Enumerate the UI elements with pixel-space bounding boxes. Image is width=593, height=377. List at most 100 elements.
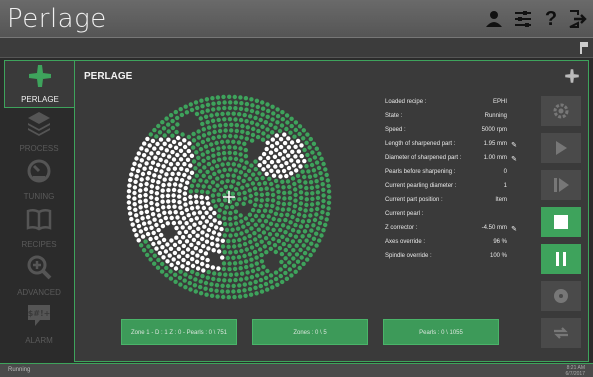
pearl-dot	[284, 126, 289, 132]
pearl-dot	[249, 263, 254, 268]
pearl-dot	[231, 139, 236, 144]
pearl-dot	[171, 187, 177, 193]
sidebar-item-process[interactable]: PROCESS	[4, 108, 74, 156]
pearl-dot	[303, 180, 308, 185]
pearl-dot	[185, 157, 191, 162]
pearl-dot	[258, 203, 263, 209]
sidebar-item-tuning[interactable]: TUNING	[4, 156, 74, 204]
pearl-dot	[191, 237, 197, 243]
pearl-dot	[244, 107, 249, 112]
pearl-dot	[265, 287, 270, 292]
step-button[interactable]	[541, 170, 581, 200]
pearl-dot	[221, 150, 227, 156]
pearl-dot	[233, 117, 238, 122]
pearl-dot	[273, 125, 278, 130]
pearl-dot	[220, 289, 225, 294]
pearl-dot	[286, 153, 291, 158]
pearl-dot	[198, 220, 203, 225]
pearl-dot	[209, 113, 214, 118]
refresh-button[interactable]	[541, 318, 581, 348]
pearl-dot	[200, 121, 205, 127]
pearl-dot	[309, 185, 315, 190]
pearl-dot	[201, 184, 206, 189]
pearl-dot	[233, 156, 239, 162]
pearl-dot	[212, 171, 217, 177]
pearl-dot	[165, 242, 170, 247]
pearl-dot	[195, 142, 201, 147]
pearl-dot	[160, 261, 165, 267]
pearl-dot	[286, 207, 291, 212]
pearl-dot	[227, 261, 232, 266]
user-icon[interactable]	[483, 8, 505, 30]
pearl-dot	[283, 217, 288, 223]
pearl-dot	[161, 255, 166, 260]
sidebar-item-advanced[interactable]: ADVANCED	[4, 252, 74, 300]
pearl-dot	[201, 205, 207, 211]
pearl-dot	[294, 168, 299, 173]
pearl-dot	[184, 168, 190, 173]
pearl-dot	[297, 265, 302, 271]
pearl-dot	[205, 169, 210, 175]
pearl-dot	[257, 181, 262, 187]
pearl-dot	[244, 119, 249, 124]
pearl-dot	[263, 120, 268, 125]
pearl-dot	[225, 111, 231, 116]
pearl-dot	[198, 291, 204, 296]
pearl-dot	[195, 271, 200, 277]
pearl-dot	[187, 233, 192, 239]
pearl-dot	[309, 202, 315, 207]
pearl-dot	[168, 162, 174, 167]
pearl-dot	[212, 188, 217, 193]
pearl-dot	[215, 243, 220, 248]
pearl-dot	[273, 164, 278, 169]
pearl-dot	[296, 149, 301, 154]
stop-button[interactable]	[541, 207, 581, 237]
pearl-dot	[191, 178, 197, 183]
pearl-dot	[183, 104, 188, 109]
pearl-dot	[173, 279, 178, 284]
pearl-dot	[203, 114, 209, 119]
pearl-dot	[175, 122, 180, 127]
pearl-dot	[280, 234, 285, 239]
target-button[interactable]	[541, 281, 581, 311]
pearl-dot	[138, 182, 143, 188]
pearl-dot	[206, 269, 211, 275]
pearl-dot	[139, 158, 144, 163]
edit-pencil-icon[interactable]: ✎	[511, 155, 517, 163]
sidebar-item-recipes[interactable]: RECIPES	[4, 204, 74, 252]
pearl-dot	[176, 135, 181, 141]
edit-pencil-icon[interactable]: ✎	[511, 141, 517, 149]
pearl-dot	[237, 237, 242, 243]
pearl-dot	[138, 229, 144, 234]
pearl-dot	[281, 241, 286, 247]
pearl-dot	[185, 253, 190, 259]
pearl-dot	[263, 236, 269, 241]
pearl-dot	[240, 123, 245, 129]
pearl-dot	[200, 104, 205, 109]
pearl-dot	[220, 283, 225, 288]
pearl-dot	[189, 217, 194, 223]
edit-pencil-icon[interactable]: ✎	[511, 225, 517, 233]
pearl-dot	[184, 110, 190, 115]
pearl-dot	[249, 120, 255, 125]
pearl-dot	[233, 134, 238, 139]
settings-sliders-icon[interactable]	[512, 8, 534, 30]
play-button[interactable]	[541, 133, 581, 163]
help-icon[interactable]: ?	[540, 8, 562, 30]
pearl-dot	[282, 263, 288, 269]
pearl-dot	[228, 210, 233, 216]
pearl-dot	[259, 192, 265, 197]
logout-icon[interactable]	[566, 8, 588, 30]
pearl-dot	[183, 202, 188, 207]
sidebar-item-alarm[interactable]: $#!+ ALARM	[4, 300, 74, 348]
pearl-dot	[326, 183, 331, 189]
flag-icon[interactable]	[580, 42, 589, 54]
pearl-dot	[276, 200, 281, 206]
settings-button[interactable]	[541, 96, 581, 126]
pause-button[interactable]	[541, 244, 581, 274]
pearl-dot	[249, 275, 255, 280]
pearl-dot	[147, 143, 152, 148]
sidebar-item-perlage[interactable]: PERLAGE	[4, 60, 74, 108]
pearl-dot	[139, 177, 144, 182]
pearl-dot	[298, 164, 303, 169]
